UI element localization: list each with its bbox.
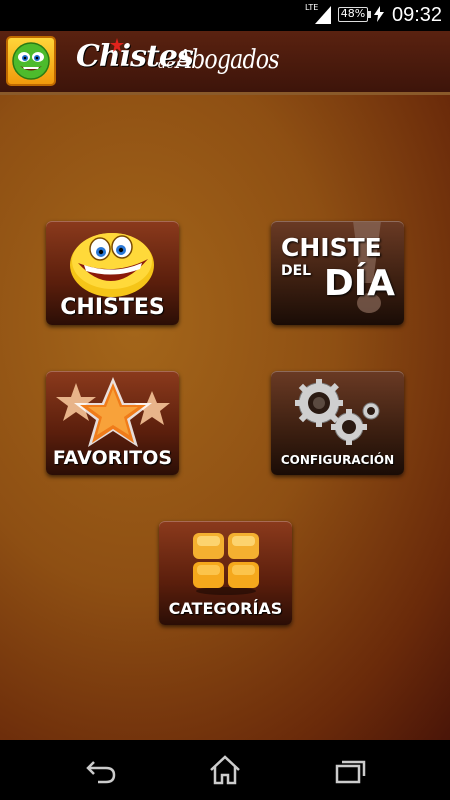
- chistes-label: CHISTES: [60, 295, 165, 320]
- title-star-icon: [110, 38, 124, 52]
- app-header: Chistes de Abogados: [0, 31, 450, 95]
- recents-icon[interactable]: [334, 754, 368, 786]
- main-menu: CHISTES CHISTE DEL DÍA FAVORITOS CONFIGU…: [0, 95, 450, 740]
- chiste-del-dia-line1: CHISTE: [281, 233, 382, 262]
- clock: 09:32: [392, 4, 443, 26]
- configuracion-label: CONFIGURACIÓN: [280, 453, 395, 467]
- categories-grid-icon: [193, 533, 259, 595]
- app-logo-icon[interactable]: [6, 36, 56, 86]
- app-title-sub: Abogados: [176, 45, 280, 75]
- laughing-face-icon: [70, 233, 154, 297]
- charging-icon: [374, 6, 384, 22]
- favoritos-label: FAVORITOS: [52, 447, 173, 469]
- star-icon: [56, 377, 170, 447]
- chiste-del-dia-button[interactable]: CHISTE DEL DÍA: [271, 221, 404, 325]
- status-bar: LTE 48% 09:32: [0, 0, 450, 31]
- chistes-button[interactable]: CHISTES: [46, 221, 179, 325]
- navigation-bar: [0, 740, 450, 800]
- configuracion-button[interactable]: CONFIGURACIÓN: [271, 371, 404, 475]
- favoritos-button[interactable]: FAVORITOS: [46, 371, 179, 475]
- app-title-de: de: [158, 57, 175, 72]
- battery-indicator: 48%: [338, 7, 368, 22]
- battery-tip: [368, 11, 371, 18]
- categorias-label: CATEGORÍAS: [168, 599, 283, 618]
- gears-icon: [295, 379, 380, 445]
- chiste-del-dia-line3: DÍA: [323, 263, 395, 304]
- back-icon[interactable]: [84, 754, 118, 786]
- home-icon[interactable]: [208, 754, 242, 786]
- signal-icon: [315, 6, 331, 24]
- categorias-button[interactable]: CATEGORÍAS: [159, 521, 292, 625]
